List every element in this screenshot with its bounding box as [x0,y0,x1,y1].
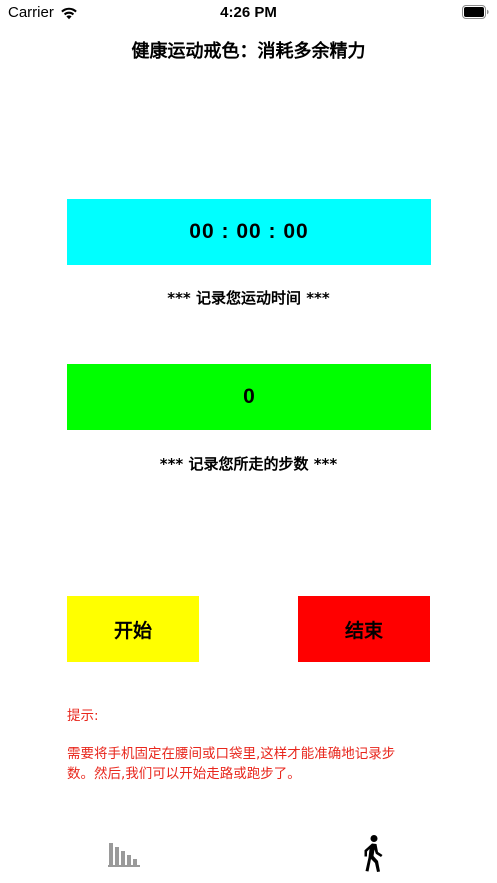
step-caption: *** 记录您所走的步数 *** [159,455,338,473]
tips-body: 需要将手机固定在腰间或口袋里,这样才能准确地记录步数。然后,我们可以开始走路或跑… [67,746,396,782]
battery-icon [462,5,489,19]
status-time: 4:26 PM [220,4,277,21]
tips-title: 提示: [67,708,99,724]
tab-bar [0,820,497,883]
walking-person-icon [364,835,383,872]
start-button[interactable]: 开始 [67,596,199,662]
stop-button[interactable]: 结束 [298,596,430,662]
page-title: 健康运动戒色：消耗多余精力 [131,41,366,62]
timer-value: 00 : 00 : 00 [189,220,309,243]
tips-section: 提示: 需要将手机固定在腰间或口袋里,这样才能准确地记录步数。然后,我们可以开始… [67,706,407,784]
bar-chart-icon [108,843,140,867]
timer-display: 00 : 00 : 00 [67,199,431,265]
status-bar: Carrier 4:26 PM [0,0,497,26]
start-button-label: 开始 [113,619,152,642]
step-count-value: 0 [243,385,255,408]
step-count-display: 0 [67,364,431,430]
tab-walk[interactable] [353,834,393,874]
stop-button-label: 结束 [344,619,383,642]
timer-caption: *** 记录您运动时间 *** [167,289,330,307]
tab-stats[interactable] [104,834,144,874]
